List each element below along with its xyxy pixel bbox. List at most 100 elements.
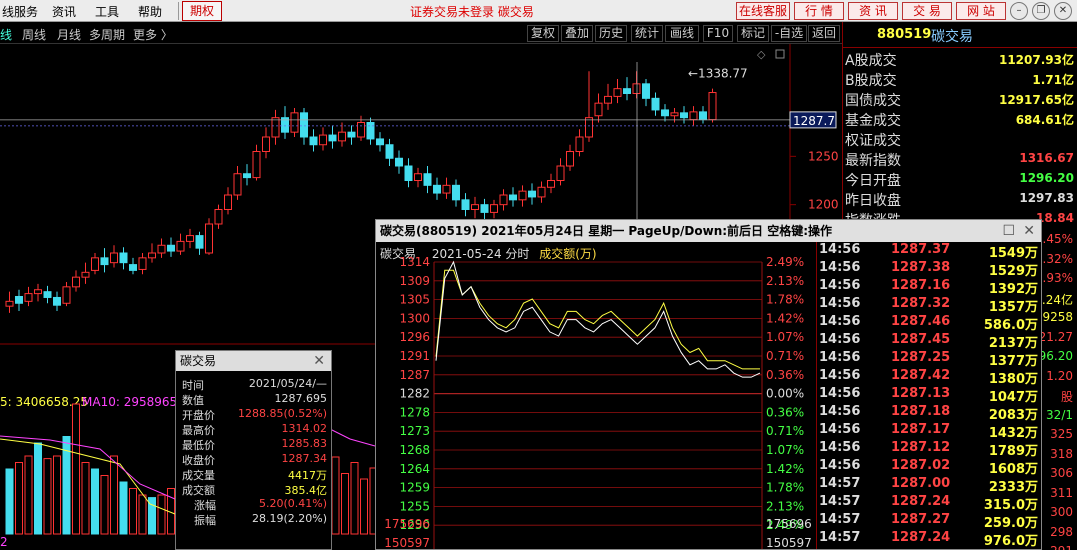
close-icon[interactable]: ✕ bbox=[1054, 2, 1072, 20]
quote-popup-name: 碳交易 bbox=[180, 354, 217, 368]
restore-icon[interactable]: ❐ bbox=[1032, 2, 1050, 20]
candle bbox=[385, 144, 394, 159]
volume-bar bbox=[331, 456, 340, 535]
intraday-popup-title[interactable]: 碳交易(880519) 2021年05月24日 星期一 PageUp/Down:… bbox=[376, 220, 1041, 242]
tick-time: 14:56 bbox=[819, 242, 861, 257]
tick-price: 1287.24 bbox=[891, 530, 951, 545]
tick-volume: 315.0万 bbox=[983, 498, 1038, 513]
edge-value: 32/1 bbox=[1046, 407, 1073, 422]
menu-service[interactable]: 线服务 bbox=[2, 3, 38, 20]
tick-volume: 1432万 bbox=[988, 426, 1038, 441]
intraday-left-tick: 1259 bbox=[399, 481, 430, 495]
tick-volume: 1529万 bbox=[988, 264, 1038, 279]
mark-button[interactable]: 标记 bbox=[737, 25, 769, 42]
quotes-button[interactable]: 行 情 bbox=[794, 2, 844, 20]
minimize-icon[interactable]: – bbox=[1010, 2, 1028, 20]
quote-label: 时间 bbox=[182, 379, 204, 392]
f10-button[interactable]: F10 bbox=[703, 25, 733, 42]
volume-bar bbox=[72, 403, 80, 535]
menu-options[interactable]: 期权 bbox=[182, 1, 222, 21]
tick-volume: 1377万 bbox=[988, 354, 1038, 369]
menu-news[interactable]: 资讯 bbox=[52, 3, 76, 20]
adjust-button[interactable]: 复权 bbox=[527, 25, 559, 42]
close-icon[interactable]: ✕ bbox=[313, 351, 325, 371]
tick-row: 14:57 1287.27 259.0万 bbox=[817, 512, 1042, 531]
tick-row: 14:56 1287.32 1357万 bbox=[817, 296, 1042, 315]
candle bbox=[537, 186, 546, 198]
edge-value: .32% bbox=[1042, 251, 1074, 266]
info-header: 880519 碳交易 bbox=[843, 22, 1077, 48]
candle bbox=[119, 252, 128, 264]
candle bbox=[395, 157, 403, 167]
info-row: 基金成交 684.61亿 bbox=[845, 110, 1076, 129]
intraday-right-tick: 1.07% bbox=[766, 330, 804, 344]
edge-value: .93% bbox=[1042, 271, 1074, 285]
tick-table: 14:56 1287.37 1549万 14:56 1287.38 1529万 14:56 1… bbox=[816, 242, 1041, 549]
menu-tools[interactable]: 工具 bbox=[95, 3, 119, 20]
news-button[interactable]: 资 讯 bbox=[848, 2, 898, 20]
edge-value: .24亿 bbox=[1041, 292, 1073, 307]
candle bbox=[252, 151, 261, 179]
edge-value: 96.20 bbox=[1038, 349, 1073, 363]
trade-button[interactable]: 交 易 bbox=[902, 2, 952, 20]
close-icon[interactable]: ✕ bbox=[1023, 220, 1035, 242]
diamond-icon: ◇ bbox=[757, 48, 766, 61]
candle bbox=[566, 151, 574, 167]
axis-tick-label: 1200 bbox=[808, 198, 839, 212]
volume-bar bbox=[119, 481, 128, 535]
candle bbox=[613, 88, 622, 97]
tab-multi-period[interactable]: 多周期 bbox=[89, 26, 125, 43]
info-label: 最新指数 bbox=[845, 153, 901, 169]
edge-value: 9258 bbox=[1042, 310, 1073, 324]
overlay-button[interactable]: 叠加 bbox=[561, 25, 593, 42]
tab-more[interactable]: 更多 〉 bbox=[133, 26, 173, 43]
tick-row: 14:56 1287.18 2083万 bbox=[817, 404, 1042, 423]
intraday-right-tick: 2.13% bbox=[766, 274, 804, 288]
volume-bar bbox=[157, 494, 166, 535]
online-service-button[interactable]: 在线客服 bbox=[736, 2, 790, 20]
tab-month[interactable]: 月线 bbox=[57, 26, 81, 43]
candle bbox=[414, 173, 422, 182]
current-price-label: 1287.7 bbox=[793, 114, 835, 128]
candle bbox=[594, 102, 603, 117]
quote-row: 最低价 1285.83 bbox=[176, 437, 331, 452]
info-label: A股成交 bbox=[845, 53, 897, 69]
maximize-icon[interactable]: ☐ bbox=[1002, 220, 1015, 242]
remove-watchlist-button[interactable]: -自选 bbox=[771, 25, 807, 42]
back-button[interactable]: 返回 bbox=[808, 25, 840, 42]
draw-line-button[interactable]: 画线 bbox=[665, 25, 699, 42]
tick-price: 1287.42 bbox=[891, 368, 951, 383]
website-button[interactable]: 网 站 bbox=[956, 2, 1006, 20]
maximize-icon bbox=[775, 49, 785, 59]
tab-day[interactable]: 线 bbox=[0, 26, 12, 43]
tick-time: 14:57 bbox=[819, 476, 861, 491]
tick-row: 14:56 1287.12 1789万 bbox=[817, 440, 1042, 459]
quote-popup-title[interactable]: 碳交易 ✕ bbox=[176, 351, 331, 371]
volume-bar bbox=[129, 488, 137, 535]
history-button[interactable]: 历史 bbox=[595, 25, 627, 42]
volume-bar bbox=[350, 462, 359, 535]
candle bbox=[24, 293, 33, 302]
candle bbox=[157, 244, 166, 254]
tab-week[interactable]: 周线 bbox=[22, 26, 46, 43]
stats-button[interactable]: 统计 bbox=[631, 25, 663, 42]
quote-label: 收盘价 bbox=[182, 454, 215, 467]
info-row: 昨日收盘 1297.83 bbox=[845, 190, 1076, 209]
tick-time: 14:56 bbox=[819, 350, 861, 365]
candle bbox=[670, 112, 679, 117]
candle bbox=[442, 184, 451, 194]
candle bbox=[509, 194, 517, 201]
candle bbox=[91, 257, 99, 271]
tick-volume: 1789万 bbox=[988, 444, 1038, 459]
candle bbox=[205, 223, 213, 254]
info-value: 1.71亿 bbox=[1032, 73, 1074, 87]
menu-help[interactable]: 帮助 bbox=[138, 3, 162, 20]
candle bbox=[366, 122, 375, 140]
intraday-chart[interactable]: 1314 1309 1305 1300 1296 1291 1287 1282 1278 1273… bbox=[376, 242, 816, 549]
info-row: 国债成交 12917.65亿 bbox=[845, 90, 1076, 109]
quote-row: 成交量 4417万 bbox=[176, 467, 331, 482]
volume-bar bbox=[43, 458, 52, 535]
intraday-left-tick: 1255 bbox=[399, 499, 430, 513]
candle bbox=[214, 209, 223, 225]
quote-label: 最低价 bbox=[182, 439, 215, 452]
